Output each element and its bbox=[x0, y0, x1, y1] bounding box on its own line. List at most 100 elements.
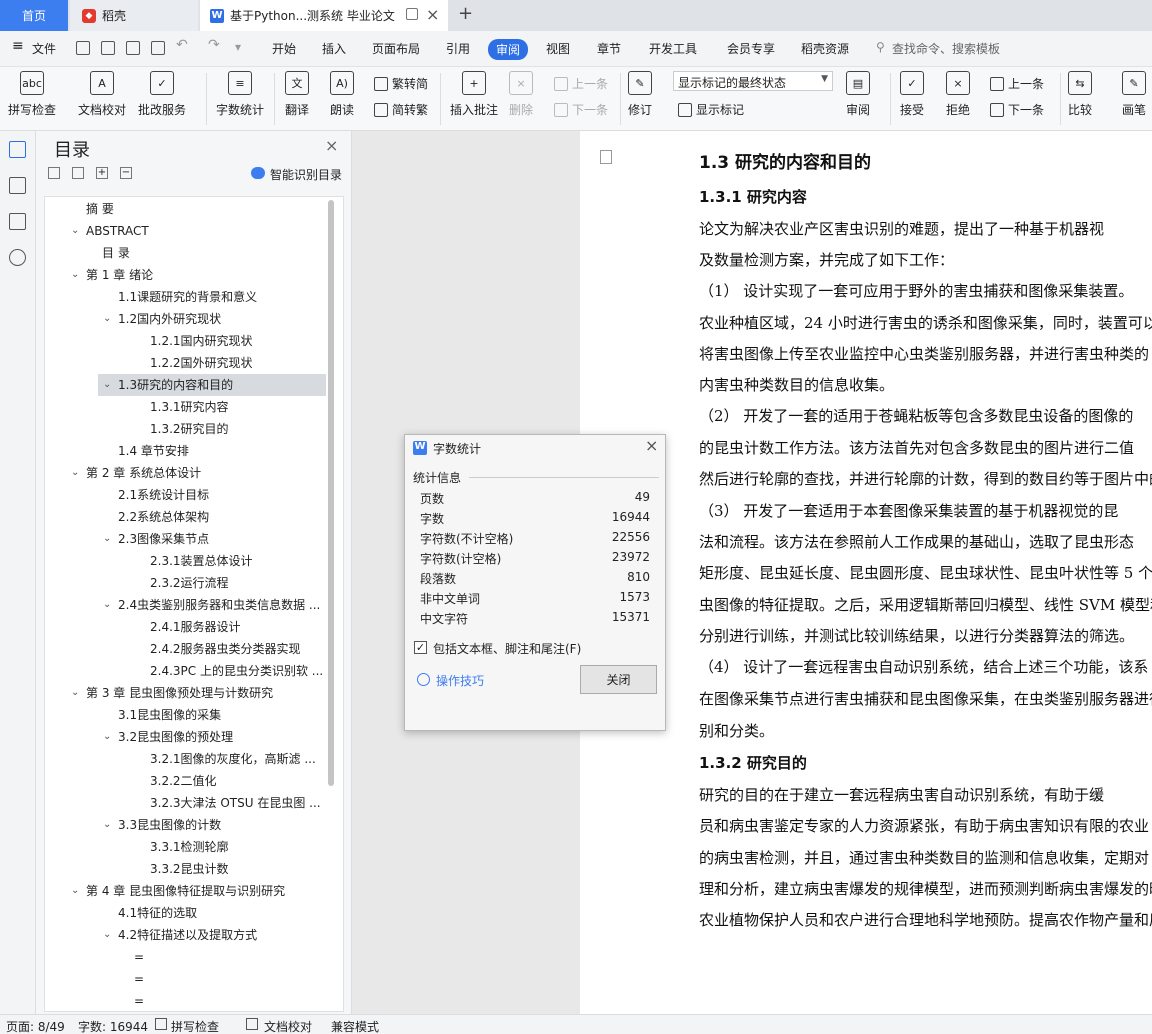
expand-up-icon[interactable] bbox=[72, 167, 84, 179]
page-indicator[interactable]: 页面: 8/49 bbox=[6, 1018, 65, 1034]
toc-item[interactable]: 3.3昆虫图像的计数 bbox=[118, 814, 221, 836]
close-panel-icon[interactable]: × bbox=[325, 136, 338, 155]
smart-toc-button[interactable]: 智能识别目录 bbox=[270, 166, 342, 183]
chapter-icon[interactable] bbox=[9, 177, 26, 194]
more-icon[interactable]: ▾ bbox=[235, 40, 241, 54]
toc-item[interactable]: 1.4 章节安排 bbox=[118, 440, 189, 462]
toc-item[interactable]: 摘 要 bbox=[86, 198, 114, 220]
simp-to-trad-button[interactable]: 简转繁 bbox=[374, 101, 428, 118]
word-count-button[interactable]: ≡ 字数统计 bbox=[216, 71, 264, 118]
print-icon[interactable] bbox=[126, 41, 140, 55]
chevron-down-icon[interactable]: ⌄ bbox=[103, 599, 111, 610]
page-menu-icon[interactable] bbox=[600, 150, 612, 164]
chevron-down-icon[interactable]: ⌄ bbox=[103, 929, 111, 940]
toc-item[interactable]: 4.1特征的选取 bbox=[118, 902, 197, 924]
toc-item[interactable]: 第 1 章 绪论 bbox=[86, 264, 153, 286]
menu-references[interactable]: 引用 bbox=[446, 40, 470, 57]
toc-item[interactable]: 1.2.2国外研究现状 bbox=[150, 352, 253, 374]
menu-insert[interactable]: 插入 bbox=[322, 40, 346, 57]
find-icon[interactable] bbox=[9, 249, 26, 266]
toc-icon[interactable] bbox=[9, 141, 26, 158]
menu-docer-resources[interactable]: 稻壳资源 bbox=[801, 40, 849, 57]
insert-comment-button[interactable]: + 插入批注 bbox=[450, 71, 498, 118]
toc-item[interactable]: = bbox=[134, 990, 144, 1012]
save-icon[interactable] bbox=[76, 41, 90, 55]
toc-item[interactable]: 2.2系统总体架构 bbox=[118, 506, 209, 528]
print-preview-icon[interactable] bbox=[151, 41, 165, 55]
toc-item[interactable]: 2.1系统设计目标 bbox=[118, 484, 209, 506]
toc-item[interactable]: 2.4.2服务器虫类分类器实现 bbox=[150, 638, 301, 660]
toc-item[interactable]: 第 4 章 昆虫图像特征提取与识别研究 bbox=[86, 880, 285, 902]
translate-button[interactable]: 文翻译 bbox=[285, 71, 309, 118]
toc-item[interactable]: 2.4.1服务器设计 bbox=[150, 616, 241, 638]
markup-state-select[interactable]: 显示标记的最终状态 ▼ bbox=[673, 71, 833, 91]
reject-button[interactable]: × 拒绝 bbox=[946, 71, 970, 118]
toc-item[interactable]: 3.2.3大津法 OTSU 在昆虫图 ... bbox=[150, 792, 321, 814]
toc-item[interactable]: 1.3.2研究目的 bbox=[150, 418, 229, 440]
toc-item[interactable]: 3.2.2二值化 bbox=[150, 770, 217, 792]
tab-home[interactable]: 首页 bbox=[0, 0, 68, 31]
menu-view[interactable]: 视图 bbox=[546, 40, 570, 57]
remove-heading-icon[interactable]: − bbox=[120, 167, 132, 179]
prev-change-button[interactable]: 上一条 bbox=[990, 75, 1044, 92]
toc-scrollbar[interactable] bbox=[328, 200, 334, 786]
chevron-down-icon[interactable]: ⌄ bbox=[103, 313, 111, 324]
toc-item[interactable]: ABSTRACT bbox=[86, 220, 149, 242]
track-changes-button[interactable]: ✎ 修订 bbox=[628, 71, 652, 118]
spell-check-status[interactable]: 拼写检查 bbox=[171, 1018, 219, 1034]
chevron-down-icon[interactable]: ⌄ bbox=[71, 885, 79, 896]
chevron-down-icon[interactable]: ⌄ bbox=[103, 533, 111, 544]
chevron-down-icon[interactable]: ⌄ bbox=[103, 819, 111, 830]
chevron-down-icon[interactable]: ⌄ bbox=[71, 225, 79, 236]
chevron-down-icon[interactable]: ⌄ bbox=[71, 467, 79, 478]
toc-item[interactable]: 1.2.1国内研究现状 bbox=[150, 330, 253, 352]
close-tab-icon[interactable]: × bbox=[426, 5, 439, 24]
delete-comment-button[interactable]: × 删除 bbox=[509, 71, 533, 118]
toc-item[interactable]: 2.3.2运行流程 bbox=[150, 572, 229, 594]
toc-item[interactable]: 3.1昆虫图像的采集 bbox=[118, 704, 221, 726]
menu-review[interactable]: 审阅 bbox=[488, 39, 529, 60]
command-search-input[interactable]: 查找命令、搜索模板 bbox=[892, 40, 1000, 57]
menu-developer[interactable]: 开发工具 bbox=[649, 40, 697, 57]
undo-icon[interactable]: ↶ bbox=[176, 37, 188, 53]
accept-button[interactable]: ✓ 接受 bbox=[900, 71, 924, 118]
toc-item[interactable]: = bbox=[134, 968, 144, 990]
toc-item[interactable]: 1.2国内外研究现状 bbox=[118, 308, 221, 330]
next-change-button[interactable]: 下一条 bbox=[990, 101, 1044, 118]
menu-file[interactable]: 文件 bbox=[32, 40, 56, 57]
batch-service-button[interactable]: ✓ 批改服务 bbox=[138, 71, 186, 118]
collapse-all-icon[interactable] bbox=[48, 167, 60, 179]
toc-item[interactable]: 3.2昆虫图像的预处理 bbox=[118, 726, 233, 748]
toc-item[interactable]: 1.1课题研究的背景和意义 bbox=[118, 286, 257, 308]
include-textbox-checkbox[interactable]: ✓ bbox=[414, 641, 427, 654]
toc-item[interactable]: 第 2 章 系统总体设计 bbox=[86, 462, 201, 484]
menu-start[interactable]: 开始 bbox=[272, 40, 296, 57]
toc-item[interactable]: 1.3.1研究内容 bbox=[150, 396, 229, 418]
doc-check-status[interactable]: 文档校对 bbox=[264, 1018, 312, 1034]
show-markup-button[interactable]: 显示标记 bbox=[678, 101, 744, 118]
toc-item[interactable]: 3.2.1图像的灰度化，高斯滤 ... bbox=[150, 748, 316, 770]
read-aloud-button[interactable]: A) 朗读 bbox=[330, 71, 354, 118]
doc-check-button[interactable]: A 文档校对 bbox=[78, 71, 126, 118]
prev-comment-button[interactable]: 上一条 bbox=[554, 75, 608, 92]
review-pane-button[interactable]: ▤ 审阅 bbox=[846, 71, 870, 118]
toc-item[interactable]: 目 录 bbox=[102, 242, 130, 264]
hamburger-icon[interactable]: ≡ bbox=[12, 38, 24, 54]
compare-button[interactable]: ⇆ 比较 bbox=[1068, 71, 1092, 118]
chevron-down-icon[interactable]: ⌄ bbox=[71, 687, 79, 698]
menu-member[interactable]: 会员专享 bbox=[727, 40, 775, 57]
toc-item[interactable]: 2.4.3PC 上的昆虫分类识别软 ... bbox=[150, 660, 323, 682]
toc-item[interactable]: 2.3.1装置总体设计 bbox=[150, 550, 253, 572]
toc-item[interactable]: 2.3图像采集节点 bbox=[118, 528, 209, 550]
toc-item[interactable]: = bbox=[134, 946, 144, 968]
toc-item[interactable]: 2.4虫类鉴别服务器和虫类信息数据 ... bbox=[118, 594, 320, 616]
window-icon[interactable] bbox=[406, 8, 418, 20]
menu-chapter[interactable]: 章节 bbox=[597, 40, 621, 57]
tips-link[interactable]: 操作技巧 bbox=[436, 672, 484, 689]
toc-item[interactable]: 3.3.2昆虫计数 bbox=[150, 858, 229, 880]
pen-button[interactable]: ✎ 画笔 bbox=[1122, 71, 1146, 118]
toc-item[interactable]: 1.3研究的内容和目的 bbox=[118, 374, 233, 396]
next-comment-button[interactable]: 下一条 bbox=[554, 101, 608, 118]
tab-docer[interactable]: ◆ 稻壳 bbox=[70, 0, 198, 31]
trad-to-simp-button[interactable]: 繁转简 bbox=[374, 75, 428, 92]
